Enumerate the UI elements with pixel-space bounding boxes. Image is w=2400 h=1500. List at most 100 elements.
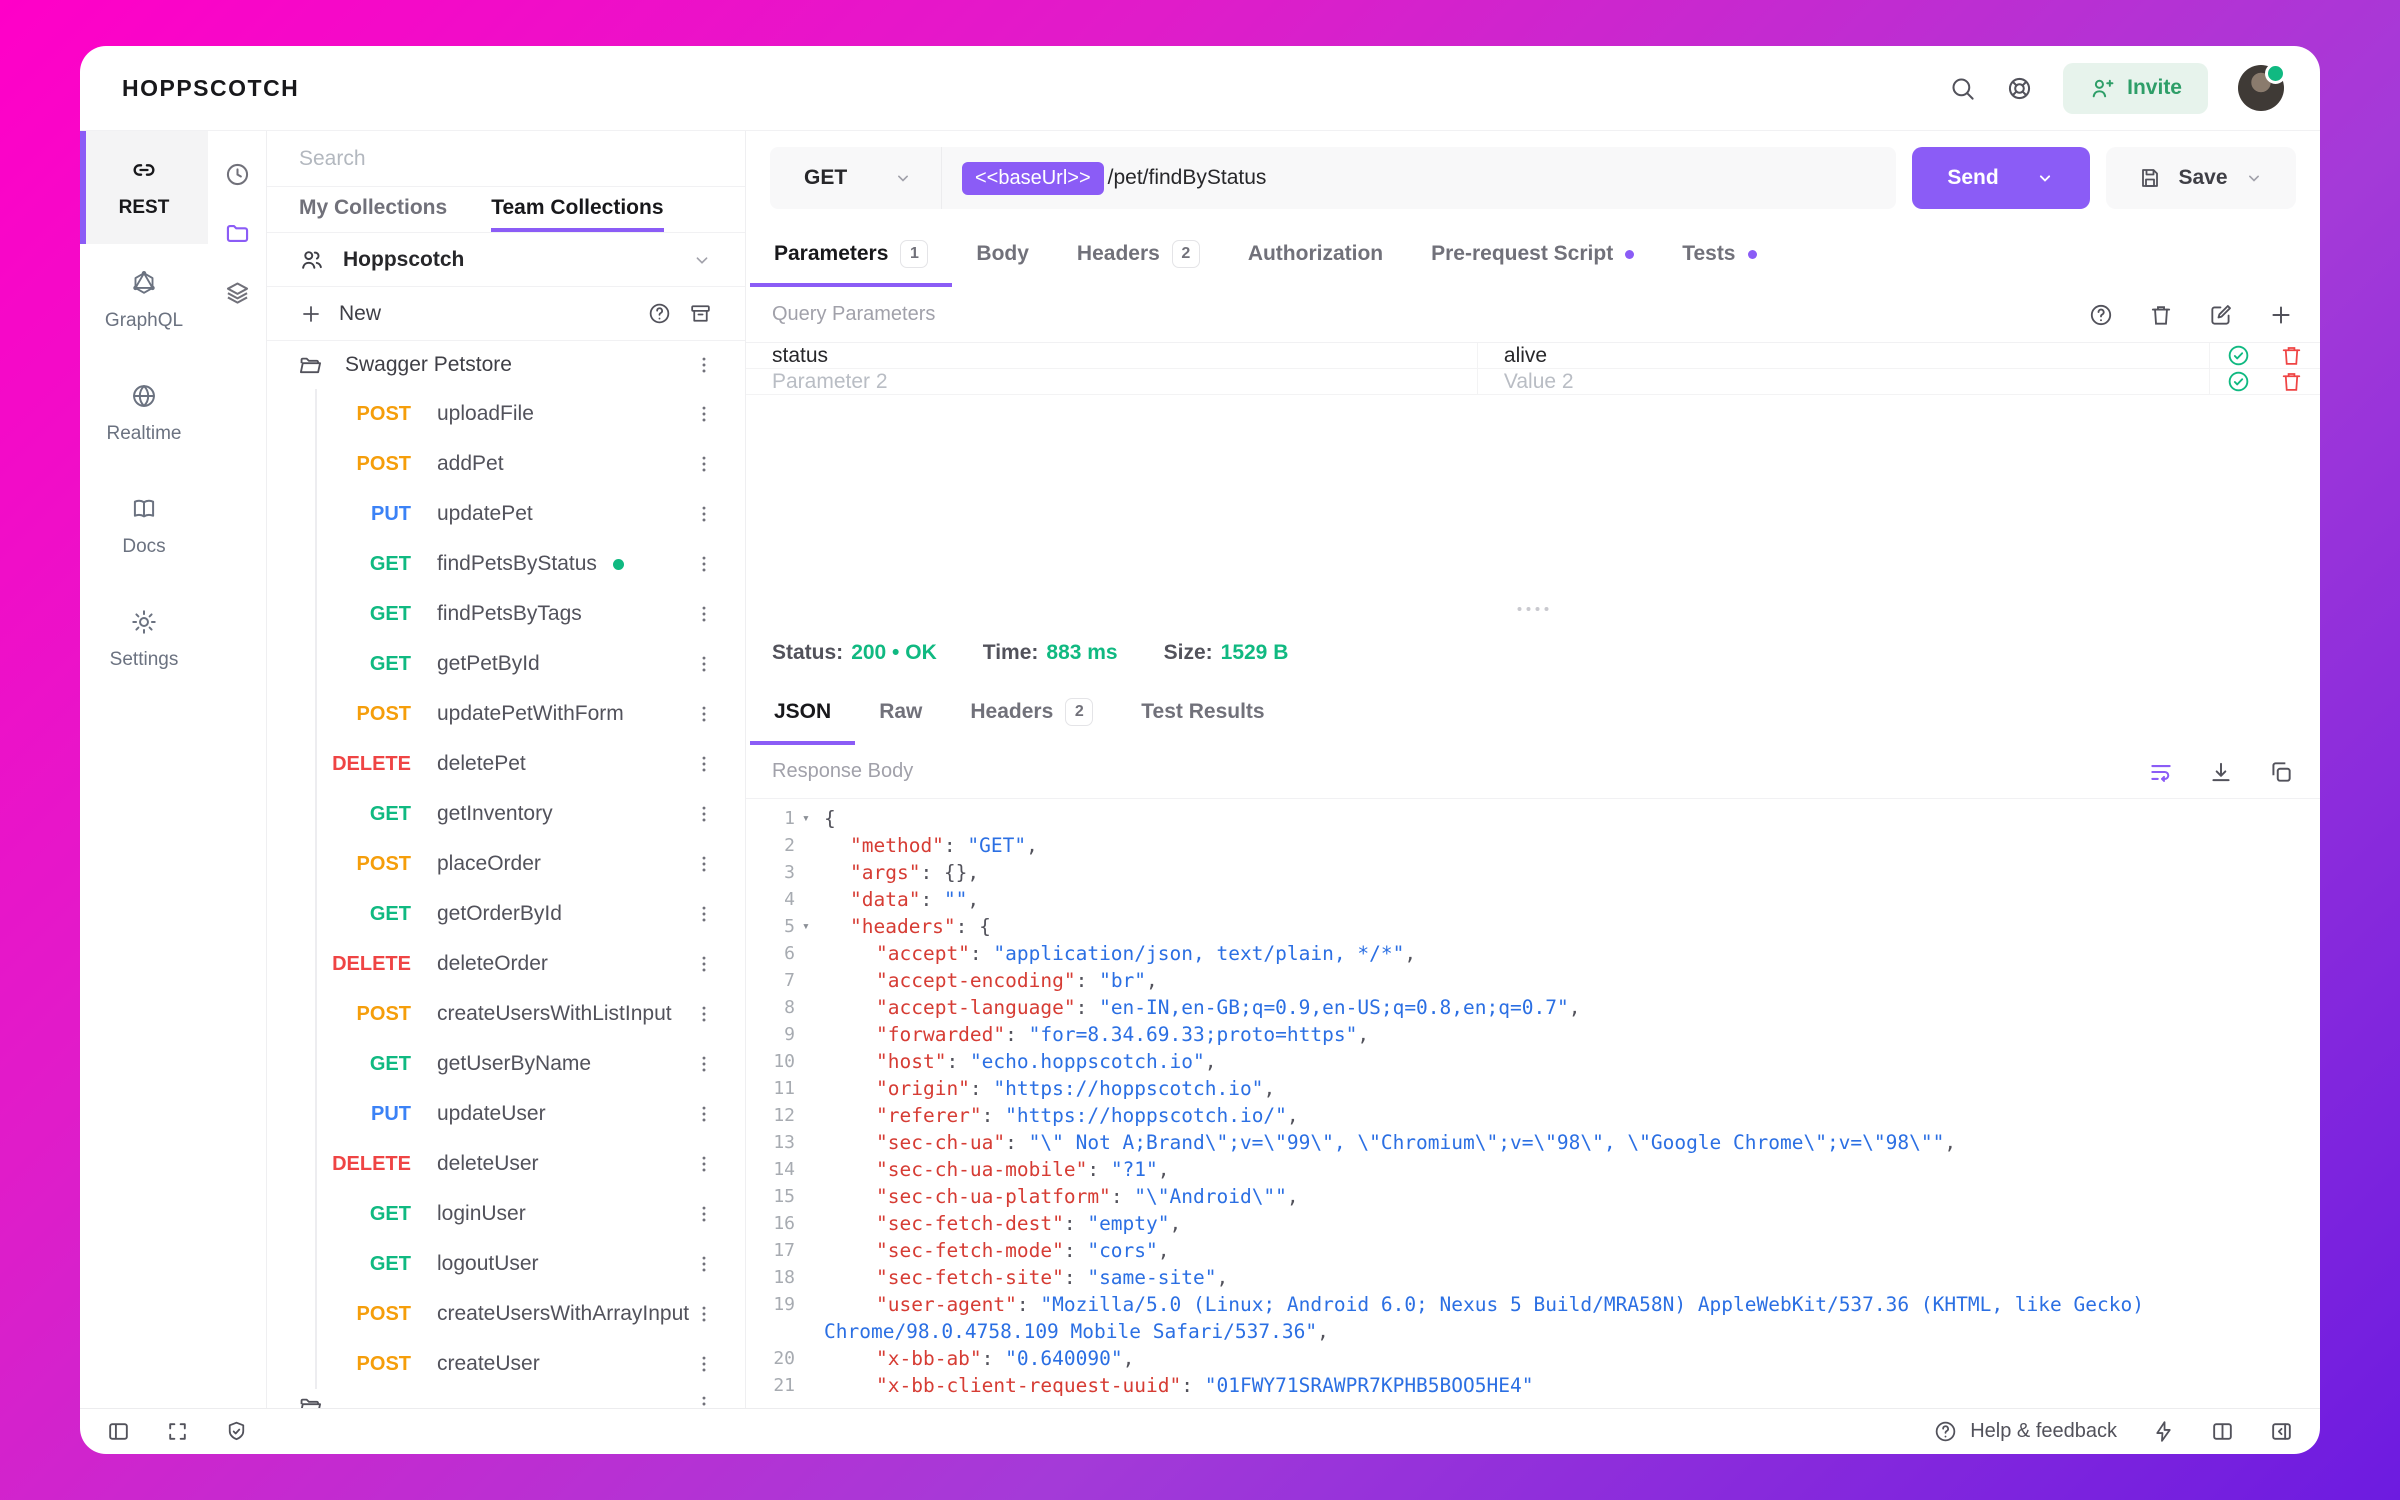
edit-bulk-icon[interactable]	[2208, 302, 2234, 328]
save-button[interactable]: Save	[2106, 147, 2296, 209]
collection-folder-clipped[interactable]	[267, 1389, 745, 1408]
more-options-icon[interactable]	[693, 1003, 715, 1025]
split-columns-icon[interactable]	[2210, 1419, 2235, 1444]
param-key-input[interactable]: Parameter 2	[746, 369, 1478, 394]
request-item[interactable]: GET logoutUser	[267, 1239, 745, 1289]
request-item[interactable]: GET loginUser	[267, 1189, 745, 1239]
history-clock-icon[interactable]	[224, 161, 251, 188]
more-options-icon[interactable]	[693, 1303, 715, 1325]
param-active-check-icon[interactable]	[2226, 343, 2251, 368]
delete-all-trash-icon[interactable]	[2148, 302, 2174, 328]
tab-my-collections[interactable]: My Collections	[299, 187, 447, 232]
param-key-input[interactable]: status	[746, 343, 1478, 368]
tab-tests[interactable]: Tests	[1658, 225, 1780, 287]
request-item[interactable]: POST addPet	[267, 439, 745, 489]
request-item[interactable]: POST uploadFile	[267, 389, 745, 439]
shortcuts-zap-icon[interactable]	[2151, 1419, 2176, 1444]
archive-icon[interactable]	[688, 301, 713, 326]
avatar[interactable]	[2238, 63, 2286, 111]
more-options-icon[interactable]	[693, 803, 715, 825]
add-param-plus-icon[interactable]	[2268, 302, 2294, 328]
request-item[interactable]: GET findPetsByStatus	[267, 539, 745, 589]
more-options-icon[interactable]	[693, 653, 715, 675]
collapse-right-panel-icon[interactable]	[2269, 1419, 2294, 1444]
request-item[interactable]: POST updatePetWithForm	[267, 689, 745, 739]
nav-item-graphql[interactable]: GraphQL	[80, 244, 208, 357]
new-collection-button[interactable]: New	[339, 302, 631, 326]
more-options-icon[interactable]	[693, 503, 715, 525]
tab-parameters[interactable]: Parameters 1	[750, 225, 953, 287]
copy-icon[interactable]	[2268, 759, 2294, 785]
expand-fullscreen-icon[interactable]	[165, 1419, 190, 1444]
more-options-icon[interactable]	[693, 553, 715, 575]
shield-check-icon[interactable]	[224, 1419, 249, 1444]
request-item[interactable]: GET getInventory	[267, 789, 745, 839]
param-value-input[interactable]: alive	[1478, 343, 2210, 368]
tab-pre-request-script[interactable]: Pre-request Script	[1407, 225, 1658, 287]
more-options-icon[interactable]	[693, 403, 715, 425]
collection-folder[interactable]: Swagger Petstore	[267, 341, 745, 389]
help-feedback-button[interactable]: Help & feedback	[1933, 1419, 2117, 1444]
request-item[interactable]: PUT updatePet	[267, 489, 745, 539]
tab-authorization[interactable]: Authorization	[1224, 225, 1407, 287]
more-options-icon[interactable]	[693, 853, 715, 875]
more-options-icon[interactable]	[693, 1103, 715, 1125]
tab-body[interactable]: Body	[952, 225, 1053, 287]
request-item[interactable]: PUT updateUser	[267, 1089, 745, 1139]
param-delete-trash-icon[interactable]	[2279, 369, 2304, 394]
invite-button[interactable]: Invite	[2063, 62, 2208, 114]
more-options-icon[interactable]	[693, 953, 715, 975]
more-options-icon[interactable]	[693, 1393, 715, 1408]
nav-item-rest[interactable]: REST	[80, 131, 208, 244]
download-icon[interactable]	[2208, 759, 2234, 785]
response-tab-raw[interactable]: Raw	[855, 683, 946, 745]
response-tab-json[interactable]: JSON	[750, 683, 856, 745]
more-options-icon[interactable]	[693, 354, 715, 376]
request-item[interactable]: DELETE deleteUser	[267, 1139, 745, 1189]
request-item[interactable]: POST createUsersWithArrayInput	[267, 1289, 745, 1339]
more-options-icon[interactable]	[693, 1053, 715, 1075]
more-options-icon[interactable]	[693, 1253, 715, 1275]
more-options-icon[interactable]	[693, 1353, 715, 1375]
search-input[interactable]	[299, 146, 713, 171]
request-item[interactable]: DELETE deleteOrder	[267, 939, 745, 989]
request-item[interactable]: GET getUserByName	[267, 1039, 745, 1089]
nav-item-settings[interactable]: Settings	[80, 583, 208, 696]
method-select[interactable]: GET	[770, 147, 942, 209]
request-item[interactable]: GET findPetsByTags	[267, 589, 745, 639]
tab-team-collections[interactable]: Team Collections	[491, 187, 664, 232]
url-input[interactable]: <<baseUrl>> /pet/findByStatus	[942, 147, 1896, 209]
more-options-icon[interactable]	[693, 903, 715, 925]
pane-resize-handle[interactable]	[1517, 607, 1549, 611]
more-options-icon[interactable]	[693, 603, 715, 625]
request-item[interactable]: POST createUser	[267, 1339, 745, 1389]
response-body-code[interactable]: 1 ▾{2 "method": "GET", 3 "args": {}, 4 "data":…	[746, 799, 2320, 1408]
request-item[interactable]: POST placeOrder	[267, 839, 745, 889]
request-item[interactable]: GET getOrderById	[267, 889, 745, 939]
response-tab-test-results[interactable]: Test Results	[1117, 683, 1288, 745]
help-circle-icon[interactable]	[647, 301, 672, 326]
nav-item-realtime[interactable]: Realtime	[80, 357, 208, 470]
request-item[interactable]: POST createUsersWithListInput	[267, 989, 745, 1039]
collections-folder-icon[interactable]	[224, 220, 251, 247]
more-options-icon[interactable]	[693, 1203, 715, 1225]
param-value-input[interactable]: Value 2	[1478, 369, 2210, 394]
tab-headers[interactable]: Headers 2	[1053, 225, 1224, 287]
response-tab-headers[interactable]: Headers 2	[946, 683, 1117, 745]
nav-item-docs[interactable]: Docs	[80, 470, 208, 583]
help-circle-icon[interactable]	[2088, 302, 2114, 328]
team-selector[interactable]: Hoppscotch	[267, 233, 745, 287]
request-item[interactable]: DELETE deletePet	[267, 739, 745, 789]
param-delete-trash-icon[interactable]	[2279, 343, 2304, 368]
wrap-lines-icon[interactable]	[2148, 759, 2174, 785]
more-options-icon[interactable]	[693, 1153, 715, 1175]
toggle-sidebar-icon[interactable]	[106, 1419, 131, 1444]
more-options-icon[interactable]	[693, 703, 715, 725]
more-options-icon[interactable]	[693, 753, 715, 775]
more-options-icon[interactable]	[693, 453, 715, 475]
param-active-check-icon[interactable]	[2226, 369, 2251, 394]
send-button[interactable]: Send	[1912, 147, 2090, 209]
search-icon[interactable]	[1949, 75, 1976, 102]
request-item[interactable]: GET getPetById	[267, 639, 745, 689]
environments-layers-icon[interactable]	[224, 279, 251, 306]
